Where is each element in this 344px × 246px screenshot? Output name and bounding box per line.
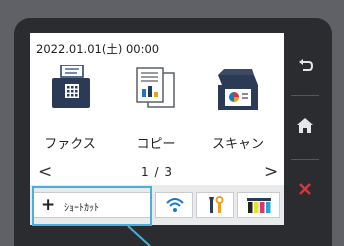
side-button-panel [287,33,323,225]
tools-icon [209,196,224,213]
pager: < 1 / 3 > [30,163,284,183]
next-page-button[interactable]: > [264,163,278,181]
back-button[interactable] [287,45,323,87]
copy-label: コピー [136,137,176,152]
fax-button[interactable]: ファクス [34,63,106,152]
fax-icon [52,65,90,108]
wifi-button[interactable] [155,192,193,218]
side-divider [291,159,319,160]
ink-icon [247,198,271,213]
wifi-icon [166,198,184,212]
status-datetime: 2022.01.01(土) 00:00 [36,42,160,56]
home-button[interactable] [287,103,323,147]
home-icon [297,118,313,133]
touch-screen: 2022.01.01(土) 00:00 ファクス コピー スキャン < 1 / … [30,33,284,225]
shortcut-button[interactable]: + ｼｮｰﾄｶｯﾄ [33,192,151,218]
ink-button[interactable] [237,192,280,218]
copy-icon [136,67,175,108]
scan-icon [218,69,258,110]
back-icon [299,59,313,71]
side-divider [291,95,319,96]
cancel-icon [299,183,311,195]
page-indicator: 1 / 3 [141,165,173,179]
fax-label: ファクス [44,137,96,152]
shortcut-label: ｼｮｰﾄｶｯﾄ [64,203,99,214]
cancel-button[interactable] [287,167,323,211]
tools-button[interactable] [196,192,234,218]
bottom-bar: + ｼｮｰﾄｶｯﾄ [30,185,284,225]
scan-label: スキャン [211,137,264,152]
copy-button[interactable]: コピー [120,63,192,152]
plus-icon: + [41,195,56,215]
scan-button[interactable]: スキャン [202,63,274,152]
